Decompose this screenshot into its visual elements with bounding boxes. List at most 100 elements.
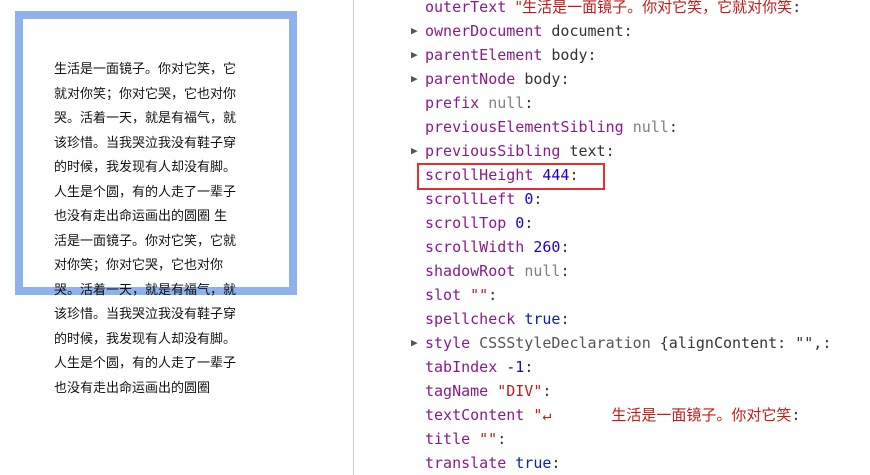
expand-triangle-icon[interactable]: ▶: [411, 67, 421, 91]
property-name-text: translate: [425, 454, 507, 472]
demo-text-line: 也没有走出命运画出的圆圈 生: [54, 209, 228, 224]
property-value: null: [488, 94, 524, 112]
value-text: body: [551, 46, 588, 64]
value-text: null: [524, 262, 561, 280]
property-name: translate true: [425, 451, 560, 475]
property-value: CSSStyleDeclaration {alignContent: "",: [479, 334, 822, 352]
value-text: -1: [506, 358, 525, 376]
demo-text-line: 该珍惜。当我哭泣我没有鞋子穿: [54, 135, 237, 151]
expand-triangle-icon[interactable]: ▶: [411, 19, 421, 43]
property-name: slot "": [425, 283, 497, 307]
property-value: document: [551, 22, 623, 40]
property-name: style CSSStyleDeclaration {alignContent: …: [425, 331, 831, 355]
property-row-textcontent: textContent "↵ 生活是一面镜子。你对它笑: [354, 403, 870, 427]
property-value: "": [470, 286, 488, 304]
demo-text-line: 哭。活着一天，就是有福气，就: [54, 282, 237, 298]
property-row-parentelement[interactable]: ▶ parentElement body: [354, 43, 870, 67]
value-text: null: [488, 94, 525, 112]
property-name: spellcheck true: [425, 307, 569, 331]
value-text: "↵: [533, 406, 552, 424]
property-row-scrollwidth: scrollWidth 260: [354, 235, 870, 259]
demo-text-line: 该珍惜。当我哭泣我没有鞋子穿: [54, 307, 237, 322]
value-class-name: CSSStyleDeclaration: [479, 334, 651, 352]
property-row-scrollheight: scrollHeight 444: [354, 163, 870, 187]
value-text: document: [551, 22, 624, 40]
property-value: -1: [506, 358, 524, 376]
property-name: scrollHeight 444: [425, 163, 579, 187]
expand-triangle-icon[interactable]: ▶: [411, 43, 421, 67]
property-name-text: scrollTop: [425, 214, 507, 232]
property-name-text: prefix: [425, 94, 480, 112]
property-name-text: tagName: [425, 382, 489, 400]
property-value: null: [633, 118, 669, 136]
property-name: previousElementSibling null: [425, 115, 678, 139]
property-value: true: [515, 454, 551, 472]
property-name: tagName "DIV": [425, 379, 551, 403]
property-name-text: outerText: [425, 0, 507, 16]
value-text: {alignContent: "",: [659, 334, 823, 352]
property-name: scrollWidth 260: [425, 235, 569, 259]
demo-text-line: 就对你笑；你对它哭，它也对你: [54, 86, 237, 102]
value-text: 444: [542, 166, 570, 184]
property-value: 444: [542, 166, 569, 184]
demo-text-line: 人生是个圆，有的人走了一辈子: [54, 356, 237, 371]
value-text: null: [632, 118, 669, 136]
property-name-text: ownerDocument: [425, 22, 543, 40]
rendered-page-pane: 生活是一面镜子。你对它笑，它 就对你笑；你对它哭，它也对你 哭。活着一天，就是有福气…: [0, 0, 353, 475]
property-value: null: [524, 262, 560, 280]
property-value: body: [524, 70, 560, 88]
property-name: outerText "生活是一面镜子。你对它笑，它就对你笑: [425, 0, 801, 19]
demo-text-line: 也没有走出命运画出的圆圈: [54, 380, 211, 396]
property-name-text: tabIndex: [425, 358, 498, 376]
demo-text-line: 活是一面镜子。你对它笑，它就: [54, 233, 237, 249]
property-value: "生活是一面镜子。你对它笑，它就对你笑: [515, 0, 792, 16]
property-row-parentnode[interactable]: ▶ parentNode body: [354, 67, 870, 91]
property-row-outertext: outerText "生活是一面镜子。你对它笑，它就对你笑: [354, 0, 870, 19]
property-row-slot: slot "": [354, 283, 870, 307]
value-text: body: [524, 70, 561, 88]
value-text: true: [515, 454, 552, 472]
property-row-style[interactable]: ▶ style CSSStyleDeclaration {alignContent:…: [354, 331, 870, 355]
property-name-text: scrollHeight: [425, 166, 534, 184]
property-row-previoussibling[interactable]: ▶ previousSibling text: [354, 139, 870, 163]
property-name-text: shadowRoot: [425, 262, 516, 280]
property-name-text: scrollLeft: [425, 190, 516, 208]
property-name: title "": [425, 427, 506, 451]
property-value: text: [569, 142, 605, 160]
property-name: tabIndex -1: [425, 355, 533, 379]
demo-text-line: 的时候，我发现有人却没有脚。: [54, 331, 237, 347]
expand-triangle-icon[interactable]: ▶: [411, 331, 421, 355]
demo-text-line: 人生是个圆，有的人走了一辈子: [54, 184, 237, 200]
demo-text-line: 生活是一面镜子。你对它笑，它: [54, 62, 237, 77]
property-name-text: slot: [425, 286, 462, 304]
property-value: "": [479, 430, 497, 448]
property-value: body: [551, 46, 587, 64]
property-row-prefix: prefix null: [354, 91, 870, 115]
property-name-text: parentElement: [425, 46, 543, 64]
value-text: true: [524, 310, 561, 328]
value-text: 260: [533, 238, 561, 256]
property-value: true: [524, 310, 560, 328]
property-row-tagname: tagName "DIV": [354, 379, 870, 403]
property-row-scrollleft: scrollLeft 0: [354, 187, 870, 211]
property-name: previousSibling text: [425, 139, 615, 163]
property-name: textContent "↵ 生活是一面镜子。你对它笑: [425, 403, 800, 427]
value-extra-text: 生活是一面镜子。你对它笑: [611, 406, 792, 424]
property-row-ownerdocument[interactable]: ▶ ownerDocument document: [354, 19, 870, 43]
property-name-text: scrollWidth: [425, 238, 525, 256]
property-name: parentNode body: [425, 67, 569, 91]
devtools-properties-panel: outerText"生活是一面镜子。你对它笑，它就对你笑▶ownerDocume…: [354, 0, 870, 475]
demo-paragraph: 生活是一面镜子。你对它笑，它 就对你笑；你对它哭，它也对你 哭。活着一天，就是有福气…: [54, 58, 259, 401]
property-row-shadowroot: shadowRoot null: [354, 259, 870, 283]
property-name-text: parentNode: [425, 70, 516, 88]
value-text: "生活是一面镜子。你对它笑，它就对你笑: [515, 0, 793, 16]
property-name: ownerDocument document: [425, 19, 633, 43]
property-row-scrolltop: scrollTop 0: [354, 211, 870, 235]
property-name-text: textContent: [425, 406, 525, 424]
property-name: shadowRoot null: [425, 259, 569, 283]
property-list: outerText"生活是一面镜子。你对它笑，它就对你笑▶ownerDocume…: [354, 0, 870, 475]
property-value: 0: [515, 214, 524, 232]
property-name-text: title: [425, 430, 471, 448]
expand-triangle-icon[interactable]: ▶: [411, 139, 421, 163]
property-name-text: style: [425, 334, 471, 352]
